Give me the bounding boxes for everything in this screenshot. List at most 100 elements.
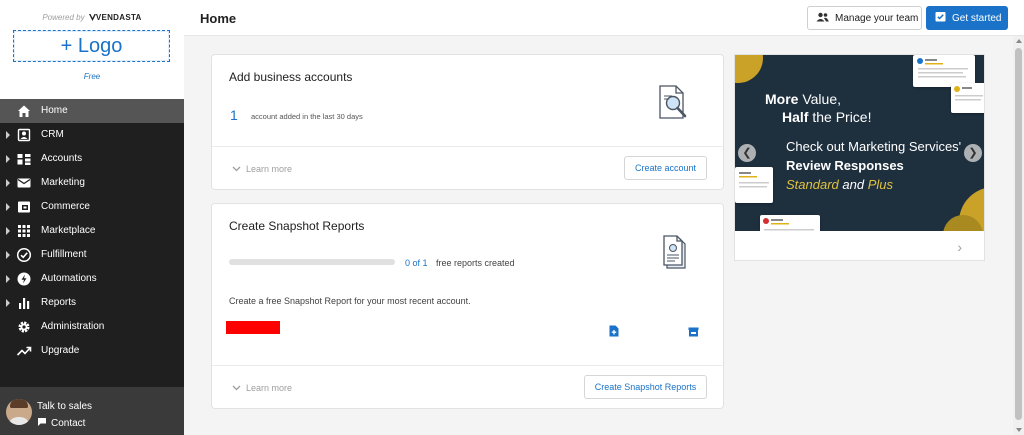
redacted-account-name: [226, 321, 280, 334]
page-scrollbar[interactable]: [1013, 36, 1024, 435]
create-snapshot-label: Create Snapshot Reports: [594, 382, 697, 392]
sidebar: Powered by VENDASTA + Logo Free Home CRM: [0, 0, 184, 435]
carousel-prev-button[interactable]: ❮: [738, 144, 756, 162]
carousel-next-button[interactable]: ❯: [964, 144, 982, 162]
scroll-up-arrow-icon[interactable]: [1016, 39, 1022, 43]
learn-more-toggle[interactable]: Learn more: [232, 383, 292, 393]
report-document-icon: [661, 233, 689, 276]
contact-label: Contact: [51, 418, 86, 429]
powered-by: Powered by VENDASTA: [0, 13, 184, 22]
sidebar-item-label: Marketplace: [41, 225, 96, 236]
talk-to-sales-label: Talk to sales: [37, 401, 93, 412]
create-account-label: Create account: [634, 163, 697, 173]
promo-banner[interactable]: More Value, Half the Price! Check out Ma…: [735, 55, 984, 231]
scrollbar-thumb[interactable]: [1015, 48, 1022, 420]
snapshot-reports-card: Create Snapshot Reports 0 of 1 free repo…: [211, 203, 724, 409]
create-snapshot-button[interactable]: Create Snapshot Reports: [584, 375, 707, 399]
sidebar-item-label: Upgrade: [41, 345, 80, 356]
sidebar-nav: Home CRM Accounts Marketing Commerce Mar…: [0, 99, 184, 363]
create-account-button[interactable]: Create account: [624, 156, 707, 180]
get-started-button[interactable]: Get started: [926, 6, 1008, 30]
sidebar-item-accounts[interactable]: Accounts: [0, 147, 184, 171]
promo-line-2: Half the Price!: [782, 109, 872, 125]
bolt-icon: [16, 271, 32, 287]
sidebar-item-label: Commerce: [41, 201, 90, 212]
trending-up-icon: [16, 343, 32, 359]
vendasta-logo-icon: [88, 14, 96, 21]
accounts-icon: [16, 151, 32, 167]
sidebar-item-upgrade[interactable]: Upgrade: [0, 339, 184, 363]
chevron-right-icon: ❯: [968, 147, 978, 159]
account-count-text: account added in the last 30 days: [251, 112, 363, 121]
reports-progress-text: free reports created: [436, 258, 515, 268]
card-title: Create Snapshot Reports: [229, 219, 365, 233]
business-accounts-card: Add business accounts 1 account added in…: [211, 54, 724, 190]
expand-caret-icon[interactable]: [6, 179, 10, 187]
get-started-label: Get started: [952, 12, 1002, 24]
promo-line-1: More Value,: [765, 91, 841, 107]
storefront-icon[interactable]: [688, 324, 699, 342]
expand-caret-icon[interactable]: [6, 275, 10, 283]
learn-more-toggle[interactable]: Learn more: [232, 164, 292, 174]
sidebar-item-fulfillment[interactable]: Fulfillment: [0, 243, 184, 267]
logo-upload-button[interactable]: + Logo: [13, 30, 170, 62]
home-icon: [16, 103, 32, 119]
sidebar-item-reports[interactable]: Reports: [0, 291, 184, 315]
snapshot-description: Create a free Snapshot Report for your m…: [229, 296, 471, 306]
commerce-icon: [16, 199, 32, 215]
sidebar-item-crm[interactable]: CRM: [0, 123, 184, 147]
grid-icon: [16, 223, 32, 239]
avatar: [6, 399, 32, 425]
card-title: Add business accounts: [229, 70, 353, 84]
sidebar-item-administration[interactable]: Administration: [0, 315, 184, 339]
chevron-down-icon: [232, 383, 241, 393]
expand-caret-icon[interactable]: [6, 299, 10, 307]
manage-team-button[interactable]: Manage your team: [807, 6, 922, 30]
gear-icon: [16, 319, 32, 335]
bar-chart-icon: [16, 295, 32, 311]
promo-line-4: Review Responses: [786, 158, 904, 173]
sidebar-item-label: Reports: [41, 297, 77, 308]
page-title: Home: [200, 11, 237, 26]
reports-progress-bar: [229, 259, 395, 265]
sidebar-item-commerce[interactable]: Commerce: [0, 195, 184, 219]
sidebar-item-label: Accounts: [41, 153, 83, 164]
scroll-down-arrow-icon[interactable]: [1016, 428, 1022, 432]
check-circle-icon: [16, 247, 32, 263]
logo-placeholder-text: + Logo: [60, 35, 123, 57]
chevron-down-icon: [232, 164, 241, 174]
contact-link[interactable]: Contact: [37, 417, 85, 430]
decor-circle: [735, 55, 763, 83]
chevron-left-icon: ❮: [742, 147, 752, 159]
sidebar-item-marketplace[interactable]: Marketplace: [0, 219, 184, 243]
sidebar-item-label: Fulfillment: [41, 249, 87, 260]
sidebar-item-label: Home: [41, 105, 68, 116]
promo-line-5: Standard and Plus: [786, 177, 893, 192]
mail-icon: [16, 175, 32, 191]
talk-to-sales-panel[interactable]: Talk to sales Contact: [0, 387, 184, 435]
checklist-icon: [935, 11, 946, 25]
sidebar-item-marketing[interactable]: Marketing: [0, 171, 184, 195]
promo-next-arrow[interactable]: ›: [957, 239, 962, 255]
expand-caret-icon[interactable]: [6, 131, 10, 139]
promo-carousel[interactable]: More Value, Half the Price! Check out Ma…: [734, 54, 985, 261]
review-card-thumbnail: [951, 83, 984, 113]
sidebar-item-automations[interactable]: Automations: [0, 267, 184, 291]
vendor-name: VENDASTA: [95, 13, 142, 22]
plan-label: Free: [83, 72, 101, 81]
expand-caret-icon[interactable]: [6, 251, 10, 259]
sidebar-item-home[interactable]: Home: [0, 99, 184, 123]
powered-by-label: Powered by: [42, 13, 85, 22]
add-report-icon[interactable]: [609, 324, 619, 342]
expand-caret-icon[interactable]: [6, 227, 10, 235]
learn-more-label: Learn more: [246, 383, 293, 393]
top-bar: Home Manage your team Get started: [184, 0, 1024, 36]
expand-caret-icon[interactable]: [6, 203, 10, 211]
people-icon: [816, 12, 829, 25]
sidebar-item-label: Administration: [41, 321, 105, 332]
document-search-icon: [655, 83, 691, 128]
expand-caret-icon[interactable]: [6, 155, 10, 163]
learn-more-label: Learn more: [246, 164, 293, 174]
reports-progress-count: 0 of 1: [405, 258, 428, 268]
crm-icon: [16, 127, 32, 143]
